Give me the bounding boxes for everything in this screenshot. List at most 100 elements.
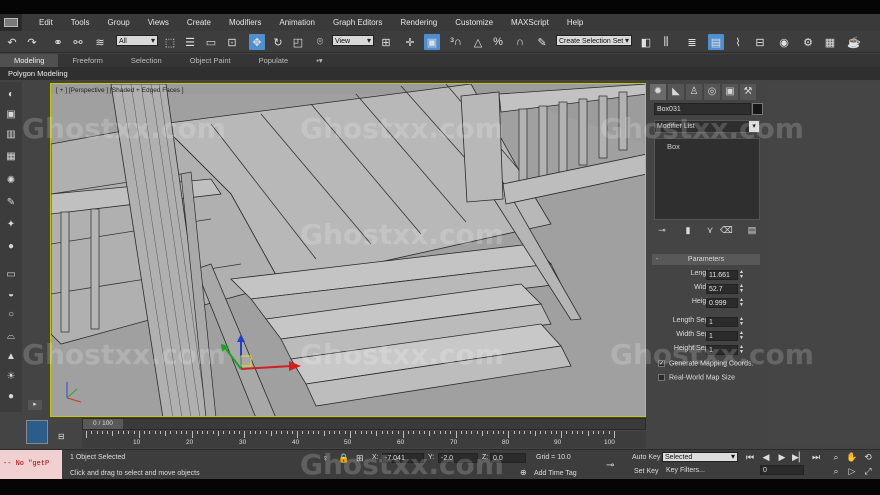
current-frame-input[interactable]: 0 [760, 465, 804, 475]
menu-rendering[interactable]: Rendering [391, 18, 446, 27]
length-segs-input[interactable]: 1 [706, 317, 738, 327]
menu-views[interactable]: Views [139, 18, 178, 27]
make-unique-icon[interactable]: ⋎ [704, 224, 716, 236]
rendered-frame-window-icon[interactable]: ▦ [822, 34, 838, 50]
select-object-icon[interactable]: ⬚ [162, 34, 178, 50]
field-of-view-icon[interactable]: ▷ [846, 465, 858, 477]
angle-snap-icon[interactable]: △ [470, 34, 486, 50]
length-spinner-icon[interactable]: ▲ ▼ [739, 270, 744, 280]
show-end-result-icon[interactable]: ▮ [682, 224, 694, 236]
height-spinner-icon[interactable]: ▲ ▼ [739, 298, 744, 308]
selection-lock-icon[interactable]: 🔒 [338, 453, 349, 464]
object-name-field[interactable]: Box031 [654, 103, 751, 115]
time-slider-track[interactable]: 0 / 100 [82, 418, 646, 430]
menu-tools[interactable]: Tools [62, 18, 99, 27]
width-input[interactable]: 52.7 [706, 284, 738, 294]
set-key-button[interactable]: Set Key [634, 468, 659, 475]
x-coordinate-input[interactable]: -7.041 [382, 453, 424, 463]
tab-populate[interactable]: Populate [245, 54, 303, 67]
time-slider[interactable]: 0 / 100 [83, 419, 123, 429]
modify-tab-icon[interactable]: ◣ [668, 84, 684, 100]
align-icon[interactable]: ⫼ [658, 34, 674, 50]
width-segs-input[interactable]: 1 [706, 331, 738, 341]
snaps-toggle-icon[interactable]: ³∩ [448, 34, 464, 50]
menu-help[interactable]: Help [558, 18, 592, 27]
mirror-icon[interactable]: ◧ [638, 34, 654, 50]
cone-icon[interactable]: ▲ [3, 350, 19, 364]
tab-object-paint[interactable]: Object Paint [176, 54, 245, 67]
auto-key-button[interactable]: Auto Key [632, 454, 660, 461]
viewport-label[interactable]: [ + ] [Perspective ] [Shaded + Edged Fac… [56, 87, 184, 94]
motion-tab-icon[interactable]: ◎ [704, 84, 720, 100]
real-world-map-checkbox[interactable]: Real-World Map Size [658, 374, 735, 381]
light-tool-icon[interactable]: ✺ [3, 174, 19, 188]
select-rotate-icon[interactable]: ↻ [270, 34, 286, 50]
sphere-shaded-icon[interactable]: ● [3, 390, 19, 404]
selection-filter-select[interactable]: All [116, 35, 158, 46]
time-tag-icon[interactable]: ⊕ [520, 468, 527, 477]
height-segs-input[interactable]: 1 [706, 345, 738, 355]
edit-named-selection-icon[interactable]: ✎ [534, 34, 550, 50]
select-scale-icon[interactable]: ◰ [290, 34, 306, 50]
ribbon-panel-label[interactable]: Polygon Modeling [0, 67, 880, 80]
length-segs-spinner-icon[interactable]: ▲ ▼ [739, 317, 744, 327]
utilities-tab-icon[interactable]: ⚒ [740, 84, 756, 100]
modifier-list-dropdown[interactable]: Modifier List ▾ [654, 120, 760, 133]
bind-space-warp-icon[interactable]: ≋ [92, 34, 108, 50]
track-bar[interactable]: 10 20 30 40 50 60 70 80 90 100 [82, 431, 646, 448]
menu-group[interactable]: Group [98, 18, 138, 27]
teapot-icon[interactable]: ⌓ [3, 330, 19, 344]
generate-mapping-checkbox[interactable]: ✓ Generate Mapping Coords. [658, 360, 753, 367]
viewport-tool-icon-3[interactable]: ▥ [3, 128, 19, 142]
menu-edit[interactable]: Edit [30, 18, 62, 27]
chevron-down-icon[interactable]: ▾ [749, 121, 759, 132]
unlink-icon[interactable]: ⚯ [70, 34, 86, 50]
real-world-map-check[interactable] [658, 374, 665, 381]
menu-graph-editors[interactable]: Graph Editors [324, 18, 391, 27]
box-primitive-icon[interactable]: ▭ [3, 268, 19, 282]
key-icon[interactable]: ⊸ [606, 460, 614, 471]
link-icon[interactable]: ⚭ [50, 34, 66, 50]
render-production-icon[interactable]: ☕ [846, 34, 862, 50]
viewport-tool-icon-4[interactable]: ▦ [3, 150, 19, 164]
stack-item-box[interactable]: Box [667, 142, 680, 151]
expand-arrow-icon[interactable]: ▸ [28, 400, 42, 410]
perspective-viewport[interactable]: [ + ] [Perspective ] [Shaded + Edged Fac… [50, 83, 646, 417]
rect-selection-icon[interactable]: ▭ [203, 34, 219, 50]
window-crossing-icon[interactable]: ⊡ [224, 34, 240, 50]
brush-tool-icon[interactable]: ✎ [3, 196, 19, 210]
material-editor-icon[interactable]: ◉ [776, 34, 792, 50]
select-manipulate-icon[interactable]: ✛ [402, 34, 418, 50]
pin-stack-icon[interactable]: ⊸ [656, 224, 668, 236]
width-segs-spinner-icon[interactable]: ▲ ▼ [739, 331, 744, 341]
generate-mapping-check[interactable]: ✓ [658, 360, 665, 367]
tab-modeling[interactable]: Modeling [0, 54, 59, 67]
reference-coordinate-select[interactable]: View [332, 35, 374, 46]
prev-frame-icon[interactable]: ◀ [760, 451, 772, 463]
hemisphere-icon[interactable]: ◒ [3, 288, 19, 302]
orbit-icon[interactable]: ⟲ [862, 451, 874, 463]
goto-start-icon[interactable]: ⏮ [744, 451, 756, 463]
circle-icon[interactable]: ○ [3, 308, 19, 322]
redo-icon[interactable]: ↷ [24, 34, 40, 50]
curve-editor-icon[interactable]: ⌇ [730, 34, 746, 50]
sun-icon[interactable]: ☀ [3, 370, 19, 384]
render-setup-icon[interactable]: ⚙ [800, 34, 816, 50]
ribbon-options-icon[interactable]: ▪▾ [302, 54, 336, 67]
create-tab-icon[interactable]: ✹ [650, 84, 666, 100]
goto-end-icon[interactable]: ⏭ [810, 451, 822, 463]
tab-freeform[interactable]: Freeform [58, 54, 116, 67]
menu-create[interactable]: Create [178, 18, 220, 27]
height-segs-spinner-icon[interactable]: ▲ ▼ [739, 345, 744, 355]
place-icon[interactable]: ⌾ [312, 34, 328, 50]
z-coordinate-input[interactable]: 0.0 [490, 453, 526, 463]
select-move-icon[interactable]: ✥ [249, 34, 265, 50]
zoom-extents-icon[interactable]: ⌕ [830, 451, 842, 463]
maximize-viewport-icon[interactable]: ⤢ [862, 465, 874, 477]
percent-snap-icon[interactable]: % [490, 34, 506, 50]
ribbon-toggle-icon[interactable]: ▤ [708, 34, 724, 50]
y-coordinate-input[interactable]: -2.0 [438, 453, 478, 463]
width-spinner-icon[interactable]: ▲ ▼ [739, 284, 744, 294]
key-filters-button[interactable]: Key Filters... [666, 467, 705, 474]
configure-sets-icon[interactable]: ▤ [746, 224, 758, 236]
